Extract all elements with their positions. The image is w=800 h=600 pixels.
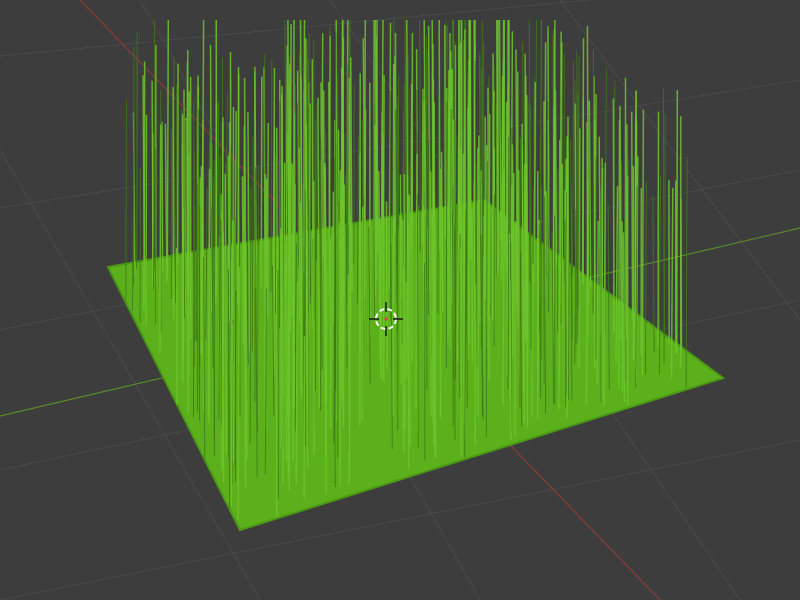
grass-strand xyxy=(517,170,521,378)
grass-strand xyxy=(507,136,510,390)
grass-strand xyxy=(564,219,567,408)
grass-strand xyxy=(145,114,148,325)
grass-strand xyxy=(471,208,474,364)
grass-strand xyxy=(232,221,236,463)
grass-strand xyxy=(571,61,575,276)
grass-strand xyxy=(592,48,594,314)
grass-strand xyxy=(578,128,581,369)
grass-strand xyxy=(552,106,555,345)
grass-strand xyxy=(630,111,634,322)
grass-strand xyxy=(566,153,569,419)
grass-strand xyxy=(260,76,263,287)
grass-strand xyxy=(228,321,231,510)
grass-strand xyxy=(337,201,339,458)
grass-strand xyxy=(523,163,526,423)
grass-strand xyxy=(234,218,236,482)
grass-strand xyxy=(519,137,521,408)
grass-strand xyxy=(408,195,411,447)
grass-strand xyxy=(220,219,222,427)
grass-strand xyxy=(125,99,127,302)
grass-strand xyxy=(496,19,499,276)
grass-strand xyxy=(166,19,170,279)
grass-strand xyxy=(380,112,383,380)
grass-strand xyxy=(159,124,162,352)
grass-strand xyxy=(612,98,615,333)
grass-strand xyxy=(438,19,441,252)
grass-strand xyxy=(467,189,470,360)
grass-strand xyxy=(325,270,328,494)
viewport-scene[interactable] xyxy=(0,0,800,600)
grass-strand xyxy=(389,90,392,318)
grass-strand xyxy=(662,88,665,364)
grass-strand xyxy=(596,220,599,386)
grass-strand xyxy=(332,191,335,361)
grass-strand xyxy=(500,127,504,282)
grass-strand xyxy=(245,269,248,459)
grass-strand xyxy=(525,164,529,429)
grass-strand xyxy=(317,233,321,408)
grass-strand xyxy=(375,19,378,282)
grass-strand xyxy=(488,113,491,380)
grass-strand xyxy=(293,184,296,407)
grass-strand xyxy=(588,100,592,287)
grass-strand xyxy=(292,233,295,461)
grass-strand xyxy=(215,102,218,304)
grass-strand xyxy=(161,121,164,272)
grass-strand xyxy=(257,165,259,432)
grass-strand xyxy=(403,174,406,430)
grass-strand xyxy=(498,19,502,241)
grass-strand xyxy=(426,49,429,228)
grass-strand xyxy=(195,85,198,342)
grass-strand xyxy=(514,221,517,438)
grass-strand xyxy=(601,168,604,400)
grass-strand xyxy=(385,201,388,370)
grass-strand xyxy=(289,107,292,333)
grass-strand xyxy=(298,147,301,324)
grass-strand xyxy=(622,232,626,403)
grass-strand xyxy=(676,90,679,354)
grass-strand xyxy=(502,169,505,405)
grass-strand xyxy=(399,174,402,385)
grass-strand xyxy=(266,122,270,318)
grass-strand xyxy=(241,176,245,345)
grass-strand xyxy=(382,166,385,382)
grass-strand xyxy=(439,169,442,419)
grass-strand xyxy=(254,167,256,402)
grass-strand xyxy=(641,109,645,376)
grass-strand xyxy=(143,61,146,310)
grass-strand xyxy=(299,202,303,399)
3d-viewport[interactable] xyxy=(0,0,800,600)
grass-strand xyxy=(531,264,534,417)
grass-strand xyxy=(466,201,468,409)
grass-strand xyxy=(664,113,666,339)
grass-strand xyxy=(198,239,201,421)
grass-strand xyxy=(363,149,366,320)
grid-line xyxy=(0,0,595,57)
grass-strand xyxy=(302,19,306,273)
grass-strand xyxy=(459,247,463,457)
grass-strand xyxy=(618,120,621,389)
grass-strand xyxy=(172,87,175,319)
grass-strand xyxy=(311,59,314,330)
